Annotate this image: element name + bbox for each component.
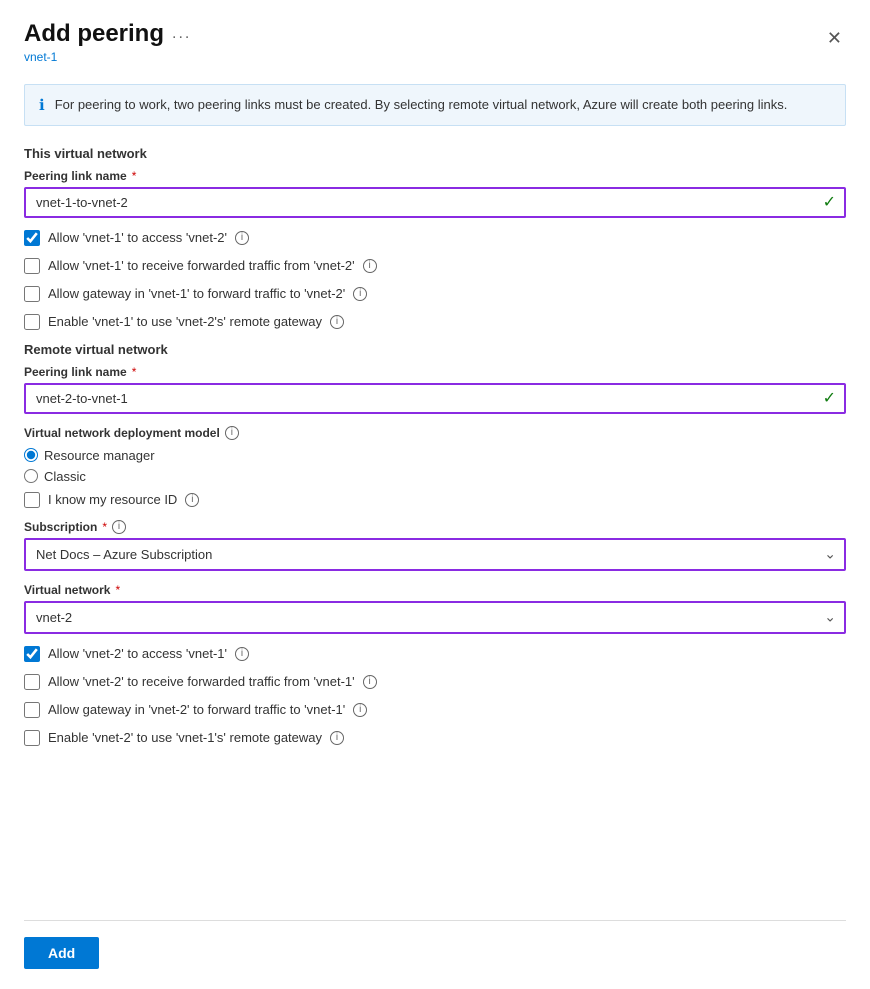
this-peering-link-check-icon: ✓ xyxy=(823,192,836,212)
remote-peering-link-input[interactable] xyxy=(24,383,846,414)
this-vnet-forwarded-label: Allow 'vnet-1' to receive forwarded traf… xyxy=(48,258,355,273)
know-resource-id-row: I know my resource ID i xyxy=(24,492,846,508)
subscription-select-wrapper: Net Docs – Azure Subscription ⌄ xyxy=(24,538,846,571)
remote-peering-link-label: Peering link name xyxy=(24,365,127,379)
remote-vnet-gateway-forward-label: Allow gateway in 'vnet-2' to forward tra… xyxy=(48,702,345,717)
panel-subtitle: vnet-1 xyxy=(24,50,191,64)
subscription-info-icon[interactable]: i xyxy=(112,520,126,534)
this-vnet-checkbox-row-4: Enable 'vnet-1' to use 'vnet-2's' remote… xyxy=(24,314,846,330)
this-vnet-forwarded-checkbox[interactable] xyxy=(24,258,40,274)
know-resource-id-checkbox[interactable] xyxy=(24,492,40,508)
deployment-model-resource-manager-row: Resource manager xyxy=(24,448,846,463)
add-button-label: Add xyxy=(48,945,75,961)
this-peering-link-input-wrapper: ✓ xyxy=(24,187,846,218)
remote-vnet-gateway-forward-info-icon[interactable]: i xyxy=(353,703,367,717)
remote-vnet-checkbox-row-2: Allow 'vnet-2' to receive forwarded traf… xyxy=(24,674,846,690)
this-vnet-gateway-forward-checkbox[interactable] xyxy=(24,286,40,302)
remote-vnet-access-info-icon[interactable]: i xyxy=(235,647,249,661)
this-vnet-gateway-forward-info-icon[interactable]: i xyxy=(353,287,367,301)
remote-vnet-checkbox-row-4: Enable 'vnet-2' to use 'vnet-1's' remote… xyxy=(24,730,846,746)
remote-peering-link-check-icon: ✓ xyxy=(823,388,836,408)
remote-peering-link-input-wrapper: ✓ xyxy=(24,383,846,414)
remote-vnet-section-title: Remote virtual network xyxy=(24,342,846,357)
content-area: ℹ For peering to work, two peering links… xyxy=(24,68,846,920)
remote-vnet-forwarded-label: Allow 'vnet-2' to receive forwarded traf… xyxy=(48,674,355,689)
virtual-network-select-wrapper: vnet-2 ⌄ xyxy=(24,601,846,634)
classic-label: Classic xyxy=(44,469,86,484)
close-icon: ✕ xyxy=(827,28,842,48)
info-banner-text: For peering to work, two peering links m… xyxy=(55,95,788,115)
this-vnet-access-label: Allow 'vnet-1' to access 'vnet-2' xyxy=(48,230,227,245)
add-button[interactable]: Add xyxy=(24,937,99,969)
this-vnet-gateway-forward-label: Allow gateway in 'vnet-1' to forward tra… xyxy=(48,286,345,301)
remote-vnet-checkbox-row-1: Allow 'vnet-2' to access 'vnet-1' i xyxy=(24,646,846,662)
remote-vnet-forwarded-checkbox[interactable] xyxy=(24,674,40,690)
remote-vnet-remote-gateway-info-icon[interactable]: i xyxy=(330,731,344,745)
this-vnet-access-checkbox[interactable] xyxy=(24,230,40,246)
this-peering-link-label: Peering link name xyxy=(24,169,127,183)
add-peering-panel: Add peering ... vnet-1 ✕ ℹ For peering t… xyxy=(0,0,870,989)
this-vnet-remote-gateway-info-icon[interactable]: i xyxy=(330,315,344,329)
this-peering-link-required: * xyxy=(132,169,137,183)
this-peering-link-label-row: Peering link name * xyxy=(24,169,846,183)
title-group: Add peering ... vnet-1 xyxy=(24,20,191,64)
this-virtual-network-section: This virtual network Peering link name *… xyxy=(24,146,846,330)
resource-manager-label: Resource manager xyxy=(44,448,155,463)
title-ellipsis: ... xyxy=(172,25,191,43)
this-peering-link-input[interactable] xyxy=(24,187,846,218)
this-vnet-forwarded-info-icon[interactable]: i xyxy=(363,259,377,273)
this-vnet-checkbox-row-2: Allow 'vnet-1' to receive forwarded traf… xyxy=(24,258,846,274)
remote-vnet-forwarded-info-icon[interactable]: i xyxy=(363,675,377,689)
subscription-select[interactable]: Net Docs – Azure Subscription xyxy=(24,538,846,571)
remote-vnet-remote-gateway-checkbox[interactable] xyxy=(24,730,40,746)
this-vnet-remote-gateway-checkbox[interactable] xyxy=(24,314,40,330)
this-vnet-section-title: This virtual network xyxy=(24,146,846,161)
virtual-network-select[interactable]: vnet-2 xyxy=(24,601,846,634)
remote-vnet-remote-gateway-label: Enable 'vnet-2' to use 'vnet-1's' remote… xyxy=(48,730,322,745)
remote-vnet-gateway-forward-checkbox[interactable] xyxy=(24,702,40,718)
remote-vnet-access-checkbox[interactable] xyxy=(24,646,40,662)
close-button[interactable]: ✕ xyxy=(823,24,846,53)
deployment-model-info-icon[interactable]: i xyxy=(225,426,239,440)
subscription-label: Subscription xyxy=(24,520,97,534)
virtual-network-label: Virtual network xyxy=(24,583,110,597)
subscription-field: Subscription * i Net Docs – Azure Subscr… xyxy=(24,520,846,571)
virtual-network-required: * xyxy=(115,583,120,597)
this-vnet-remote-gateway-label: Enable 'vnet-1' to use 'vnet-2's' remote… xyxy=(48,314,322,329)
know-resource-id-label: I know my resource ID xyxy=(48,492,177,507)
classic-radio[interactable] xyxy=(24,469,38,483)
panel-header: Add peering ... vnet-1 ✕ xyxy=(24,20,846,64)
panel-footer: Add xyxy=(24,920,846,989)
remote-peering-link-required: * xyxy=(132,365,137,379)
remote-vnet-access-label: Allow 'vnet-2' to access 'vnet-1' xyxy=(48,646,227,661)
subscription-label-row: Subscription * i xyxy=(24,520,846,534)
remote-virtual-network-section: Remote virtual network Peering link name… xyxy=(24,342,846,746)
virtual-network-label-row: Virtual network * xyxy=(24,583,846,597)
panel-title: Add peering ... xyxy=(24,20,191,48)
know-resource-id-info-icon[interactable]: i xyxy=(185,493,199,507)
subscription-required: * xyxy=(102,520,107,534)
resource-manager-radio[interactable] xyxy=(24,448,38,462)
info-banner: ℹ For peering to work, two peering links… xyxy=(24,84,846,126)
virtual-network-field: Virtual network * vnet-2 ⌄ xyxy=(24,583,846,634)
title-text: Add peering xyxy=(24,20,164,48)
this-vnet-checkbox-row-3: Allow gateway in 'vnet-1' to forward tra… xyxy=(24,286,846,302)
deployment-model-label: Virtual network deployment model xyxy=(24,426,220,440)
remote-vnet-checkbox-row-3: Allow gateway in 'vnet-2' to forward tra… xyxy=(24,702,846,718)
this-vnet-access-info-icon[interactable]: i xyxy=(235,231,249,245)
remote-peering-link-label-row: Peering link name * xyxy=(24,365,846,379)
deployment-model-label-row: Virtual network deployment model i xyxy=(24,426,846,440)
info-banner-icon: ℹ xyxy=(39,96,45,114)
deployment-model-classic-row: Classic xyxy=(24,469,846,484)
this-vnet-checkbox-row-1: Allow 'vnet-1' to access 'vnet-2' i xyxy=(24,230,846,246)
